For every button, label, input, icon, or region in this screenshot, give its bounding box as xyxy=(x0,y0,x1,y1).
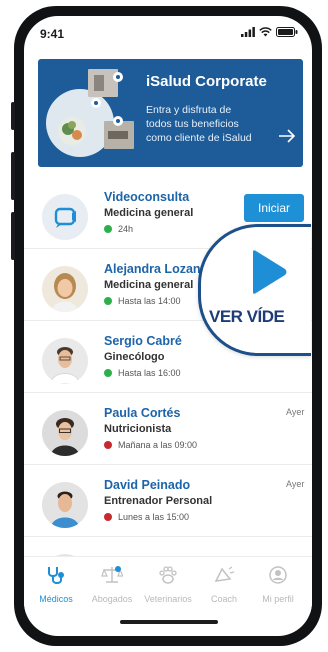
contact-role: Entrenador Personal xyxy=(104,495,213,507)
benefits-collage-icon xyxy=(46,69,134,157)
tab-medicos[interactable]: Médicos xyxy=(30,565,82,604)
tab-label: Abogados xyxy=(91,594,133,604)
availability: Lunes a las 15:00 xyxy=(104,512,189,522)
stethoscope-icon xyxy=(48,567,64,584)
tab-veterinarios[interactable]: Veterinarios xyxy=(142,565,194,604)
battery-icon xyxy=(276,27,298,37)
wifi-icon xyxy=(259,27,272,37)
availability-text: Hasta las 16:00 xyxy=(118,368,181,378)
tab-coach[interactable]: Coach xyxy=(198,565,250,604)
person-photo-icon xyxy=(51,418,79,456)
status-dot xyxy=(104,297,112,305)
person-photo-icon xyxy=(50,347,80,384)
availability-text: Mañana a las 09:00 xyxy=(118,440,198,450)
avatar xyxy=(42,266,88,312)
arrow-right-icon[interactable] xyxy=(278,129,296,143)
status-dot xyxy=(104,441,112,449)
contact-name: Paula Cortés xyxy=(104,406,181,420)
play-icon[interactable] xyxy=(249,249,289,295)
status-dot xyxy=(104,369,112,377)
tab-mi-perfil[interactable]: Mi perfil xyxy=(252,565,304,604)
divider xyxy=(24,536,312,537)
profile-icon xyxy=(269,566,287,584)
avatar xyxy=(42,338,88,384)
volume-up-button xyxy=(11,152,15,200)
avatar xyxy=(42,410,88,456)
availability: 24h xyxy=(104,224,133,234)
contact-name: Alejandra Lozano xyxy=(104,262,209,276)
tab-label: Médicos xyxy=(39,594,73,604)
tab-label: Mi perfil xyxy=(262,594,294,604)
tab-abogados[interactable]: Abogados xyxy=(86,565,138,604)
paw-icon xyxy=(159,566,177,584)
availability-text: Lunes a las 15:00 xyxy=(118,512,190,522)
home-indicator xyxy=(120,620,218,624)
contact-name: David Peinado xyxy=(104,478,191,492)
divider xyxy=(24,392,312,393)
contact-name: Sergio Cabré xyxy=(104,334,182,348)
status-dot xyxy=(104,513,112,521)
contact-role: Medicina general xyxy=(104,279,194,291)
start-call-button[interactable]: Iniciar xyxy=(244,194,304,222)
contact-name: Videoconsulta xyxy=(104,190,190,204)
list-item[interactable]: Paula Cortés Nutricionista Mañana a las … xyxy=(24,392,312,464)
status-bar: 9:41 xyxy=(24,16,312,48)
person-photo-icon xyxy=(52,273,78,312)
mute-switch xyxy=(11,102,15,130)
scales-icon xyxy=(101,566,124,583)
availability-text: 24h xyxy=(118,224,134,234)
tab-label: Veterinarios xyxy=(144,594,192,604)
megaphone-icon xyxy=(214,566,235,582)
contact-role: Ginecólogo xyxy=(104,351,165,363)
avatar xyxy=(42,482,88,528)
person-photo-icon xyxy=(51,491,79,528)
status-dot xyxy=(104,225,112,233)
last-contact-time: Ayer xyxy=(286,407,305,417)
status-time: 9:41 xyxy=(40,27,65,41)
videoconsulta-avatar xyxy=(42,194,88,240)
list-item[interactable]: David Peinado Entrenador Personal Lunes … xyxy=(24,464,312,536)
divider xyxy=(24,464,312,465)
video-chat-icon xyxy=(54,207,76,228)
availability: Hasta las 16:00 xyxy=(104,368,181,378)
availability-text: Hasta las 14:00 xyxy=(118,296,181,306)
corporate-banner[interactable]: iSalud Corporate Entra y disfruta de tod… xyxy=(38,59,303,167)
video-overlay-button[interactable]: VER VÍDE xyxy=(198,224,311,356)
contact-role: Medicina general xyxy=(104,207,194,219)
availability: Mañana a las 09:00 xyxy=(104,440,197,450)
contact-role: Nutricionista xyxy=(104,423,172,435)
video-overlay-label: VER VÍDE xyxy=(209,307,285,326)
banner-title: iSalud Corporate xyxy=(146,73,267,90)
volume-down-button xyxy=(11,212,15,260)
signal-icon xyxy=(241,27,255,37)
bottom-tab-bar: Médicos Abogados Veterinarios Coach Mi p… xyxy=(24,556,312,613)
availability: Hasta las 14:00 xyxy=(104,296,181,306)
last-contact-time: Ayer xyxy=(286,479,305,489)
banner-subtitle: Entra y disfruta de todos tus beneficios… xyxy=(146,104,252,144)
tab-label: Coach xyxy=(210,594,237,604)
